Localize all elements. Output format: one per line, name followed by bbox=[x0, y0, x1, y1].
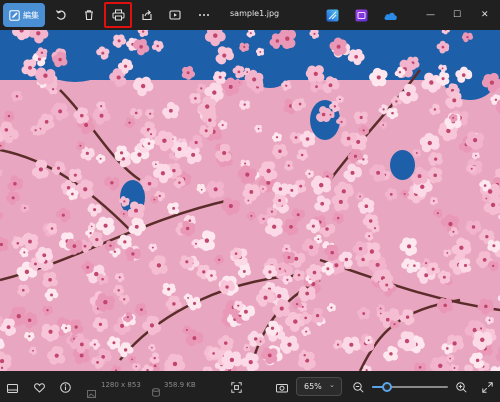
onedrive-button[interactable] bbox=[379, 3, 401, 27]
zoom-slider-thumb[interactable] bbox=[382, 382, 393, 392]
edit-icon bbox=[9, 9, 20, 21]
more-icon bbox=[198, 9, 210, 21]
filmstrip-button[interactable] bbox=[5, 380, 19, 394]
fit-to-window-button[interactable] bbox=[229, 380, 243, 394]
fit-to-window-icon bbox=[230, 378, 242, 397]
fullscreen-button[interactable] bbox=[480, 380, 494, 394]
share-icon bbox=[141, 9, 153, 21]
chevron-down-icon: ⌄ bbox=[329, 381, 335, 389]
slideshow-button[interactable] bbox=[164, 3, 186, 27]
favorite-icon bbox=[33, 378, 45, 397]
zoom-out-icon bbox=[352, 378, 364, 397]
photo-canvas[interactable] bbox=[0, 30, 500, 371]
delete-button[interactable] bbox=[78, 3, 100, 27]
clipchamp-button[interactable] bbox=[321, 3, 343, 27]
minimize-button[interactable]: — bbox=[426, 9, 435, 21]
onedrive-icon bbox=[383, 10, 398, 21]
zoom-in-button[interactable] bbox=[454, 380, 468, 394]
more-button[interactable] bbox=[193, 3, 215, 27]
designer-icon bbox=[355, 9, 368, 22]
designer-button[interactable] bbox=[350, 3, 372, 27]
filmstrip-icon bbox=[6, 378, 18, 397]
print-button[interactable] bbox=[104, 2, 132, 28]
maximize-button[interactable]: ☐ bbox=[453, 9, 461, 21]
edit-button[interactable]: 編集 bbox=[3, 3, 45, 27]
top-toolbar: 編集 sample1.jpg — ☐ ✕ bbox=[0, 0, 500, 30]
clipchamp-icon bbox=[326, 9, 339, 22]
print-icon bbox=[112, 9, 125, 21]
close-button[interactable]: ✕ bbox=[481, 9, 489, 21]
file-name: sample1.jpg bbox=[230, 9, 280, 18]
info-button[interactable] bbox=[58, 380, 72, 394]
zoom-in-icon bbox=[455, 378, 467, 397]
favorite-button[interactable] bbox=[32, 380, 46, 394]
share-button[interactable] bbox=[136, 3, 158, 27]
fullscreen-icon bbox=[481, 378, 493, 397]
actual-size-button[interactable] bbox=[275, 380, 289, 394]
zoom-out-button[interactable] bbox=[351, 380, 365, 394]
cherry-blossom-photo bbox=[0, 30, 500, 371]
zoom-level-value: 65% bbox=[304, 382, 322, 391]
info-icon bbox=[59, 378, 71, 397]
file-size: 358.9 KB bbox=[164, 381, 196, 389]
edit-label: 編集 bbox=[23, 10, 39, 20]
image-size-icon bbox=[87, 383, 96, 402]
rotate-button[interactable] bbox=[50, 3, 72, 27]
rotate-icon bbox=[55, 9, 67, 21]
image-dimensions: 1280 x 853 bbox=[101, 381, 141, 389]
actual-size-icon bbox=[276, 378, 288, 397]
slideshow-icon bbox=[169, 9, 181, 21]
delete-icon bbox=[83, 9, 95, 21]
bottom-status-bar: 1280 x 853 358.9 KB 65% ⌄ bbox=[0, 371, 500, 402]
file-size-icon bbox=[152, 382, 160, 401]
zoom-level-dropdown[interactable]: 65% ⌄ bbox=[296, 377, 342, 396]
